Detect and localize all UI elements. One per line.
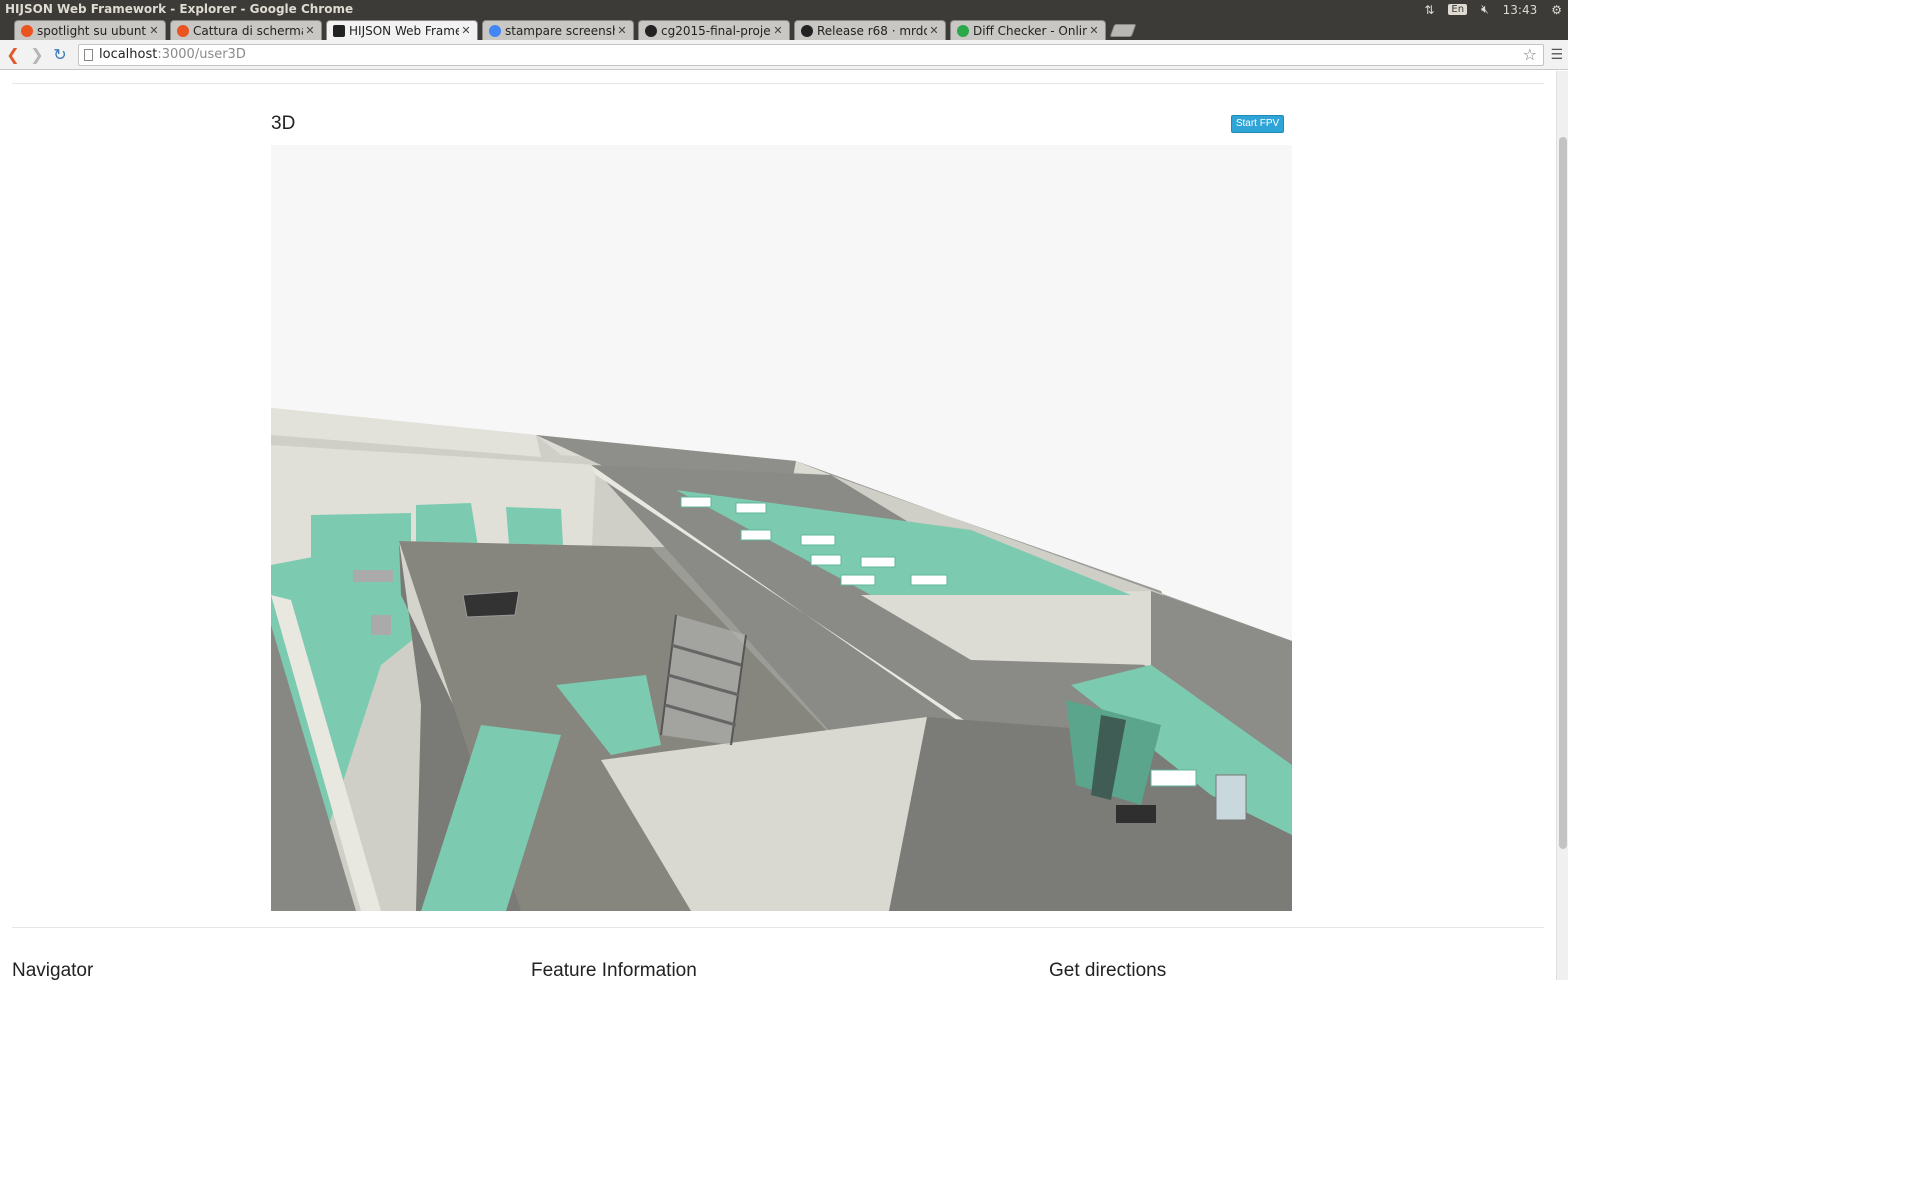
- floor: [506, 507, 563, 545]
- close-tab-icon[interactable]: ✕: [147, 24, 161, 37]
- scrollbar-thumb[interactable]: [1559, 137, 1567, 849]
- reload-icon[interactable]: ↻: [51, 46, 69, 64]
- os-top-bar: HIJSON Web Framework - Explorer - Google…: [0, 0, 1568, 20]
- close-tab-icon[interactable]: ✕: [615, 24, 629, 37]
- github-favicon-icon: [645, 24, 657, 37]
- 3d-viewport[interactable]: [271, 145, 1292, 911]
- url-path: :3000/user3D: [157, 47, 246, 62]
- address-bar[interactable]: localhost:3000/user3D ☆: [78, 44, 1544, 66]
- feature-information-heading: Feature Information: [531, 960, 697, 981]
- tab-label: Release r68 · mrdool: [817, 23, 927, 38]
- close-tab-icon[interactable]: ✕: [771, 24, 785, 37]
- browser-tab-strip: spotlight su ubuntu ✕ Cattura di scherma…: [0, 20, 1568, 40]
- page-icon: [84, 49, 93, 61]
- tv-screen: [462, 590, 520, 618]
- chrome-menu-icon[interactable]: ☰: [1550, 47, 1563, 63]
- google-favicon-icon: [489, 24, 501, 37]
- browser-tab[interactable]: stampare screensho ✕: [482, 20, 634, 40]
- navigator-heading: Navigator: [12, 960, 94, 981]
- volume-muted-icon[interactable]: 🔇︎: [1481, 2, 1489, 17]
- metal-shelf: [660, 614, 747, 746]
- settings-gear-icon[interactable]: ⚙: [1551, 3, 1562, 17]
- close-tab-icon[interactable]: ✕: [927, 24, 941, 37]
- tab-label: spotlight su ubuntu: [37, 23, 147, 38]
- url-host: localhost: [99, 47, 158, 62]
- window-title: HIJSON Web Framework - Explorer - Google…: [5, 2, 354, 16]
- tab-label: stampare screensho: [505, 23, 615, 38]
- browser-tab[interactable]: Cattura di schermata ✕: [170, 20, 322, 40]
- github-favicon-icon: [801, 24, 813, 37]
- ubuntu-favicon-icon: [177, 24, 189, 37]
- browser-tab[interactable]: Diff Checker - Online ✕: [950, 20, 1106, 40]
- tab-label: cg2015-final-project: [661, 23, 771, 38]
- ubuntu-favicon-icon: [21, 24, 33, 37]
- page-content: 3D Start FPV Navigator Feature Informati…: [0, 71, 1556, 981]
- close-tab-icon[interactable]: ✕: [303, 24, 317, 37]
- app-favicon-icon: [333, 24, 345, 37]
- 3d-scene-render: [271, 145, 1292, 911]
- bookmark-star-icon[interactable]: ☆: [1523, 45, 1537, 65]
- section-title: 3D: [271, 113, 296, 134]
- diffchecker-favicon-icon: [957, 24, 969, 37]
- back-arrow-icon[interactable]: ❮: [4, 46, 22, 64]
- browser-toolbar: ❮ ❯ ↻ localhost:3000/user3D ☆ ☰: [0, 40, 1568, 70]
- forward-arrow-icon[interactable]: ❯: [28, 46, 46, 64]
- tab-label: Diff Checker - Online: [973, 23, 1087, 38]
- clock[interactable]: 13:43: [1503, 3, 1538, 17]
- browser-tab[interactable]: spotlight su ubuntu ✕: [14, 20, 166, 40]
- close-tab-icon[interactable]: ✕: [1087, 24, 1101, 37]
- network-icon[interactable]: ⇅: [1424, 3, 1434, 17]
- page-scrollbar[interactable]: [1556, 71, 1568, 980]
- keyboard-layout-indicator[interactable]: En: [1448, 4, 1468, 15]
- get-directions-heading: Get directions: [1049, 960, 1167, 981]
- new-tab-button[interactable]: [1109, 24, 1137, 37]
- tab-label: HIJSON Web Framew: [349, 23, 459, 38]
- tab-label: Cattura di schermata: [193, 23, 303, 38]
- start-fpv-button[interactable]: Start FPV: [1231, 115, 1284, 133]
- close-tab-icon[interactable]: ✕: [459, 24, 473, 37]
- browser-tab-active[interactable]: HIJSON Web Framew ✕: [326, 20, 478, 40]
- system-tray: ⇅ En 🔇︎ 13:43 ⚙: [1424, 2, 1562, 17]
- browser-tab[interactable]: Release r68 · mrdool ✕: [794, 20, 946, 40]
- section-divider: [12, 927, 1544, 928]
- top-divider: [12, 83, 1544, 84]
- browser-tab[interactable]: cg2015-final-project ✕: [638, 20, 790, 40]
